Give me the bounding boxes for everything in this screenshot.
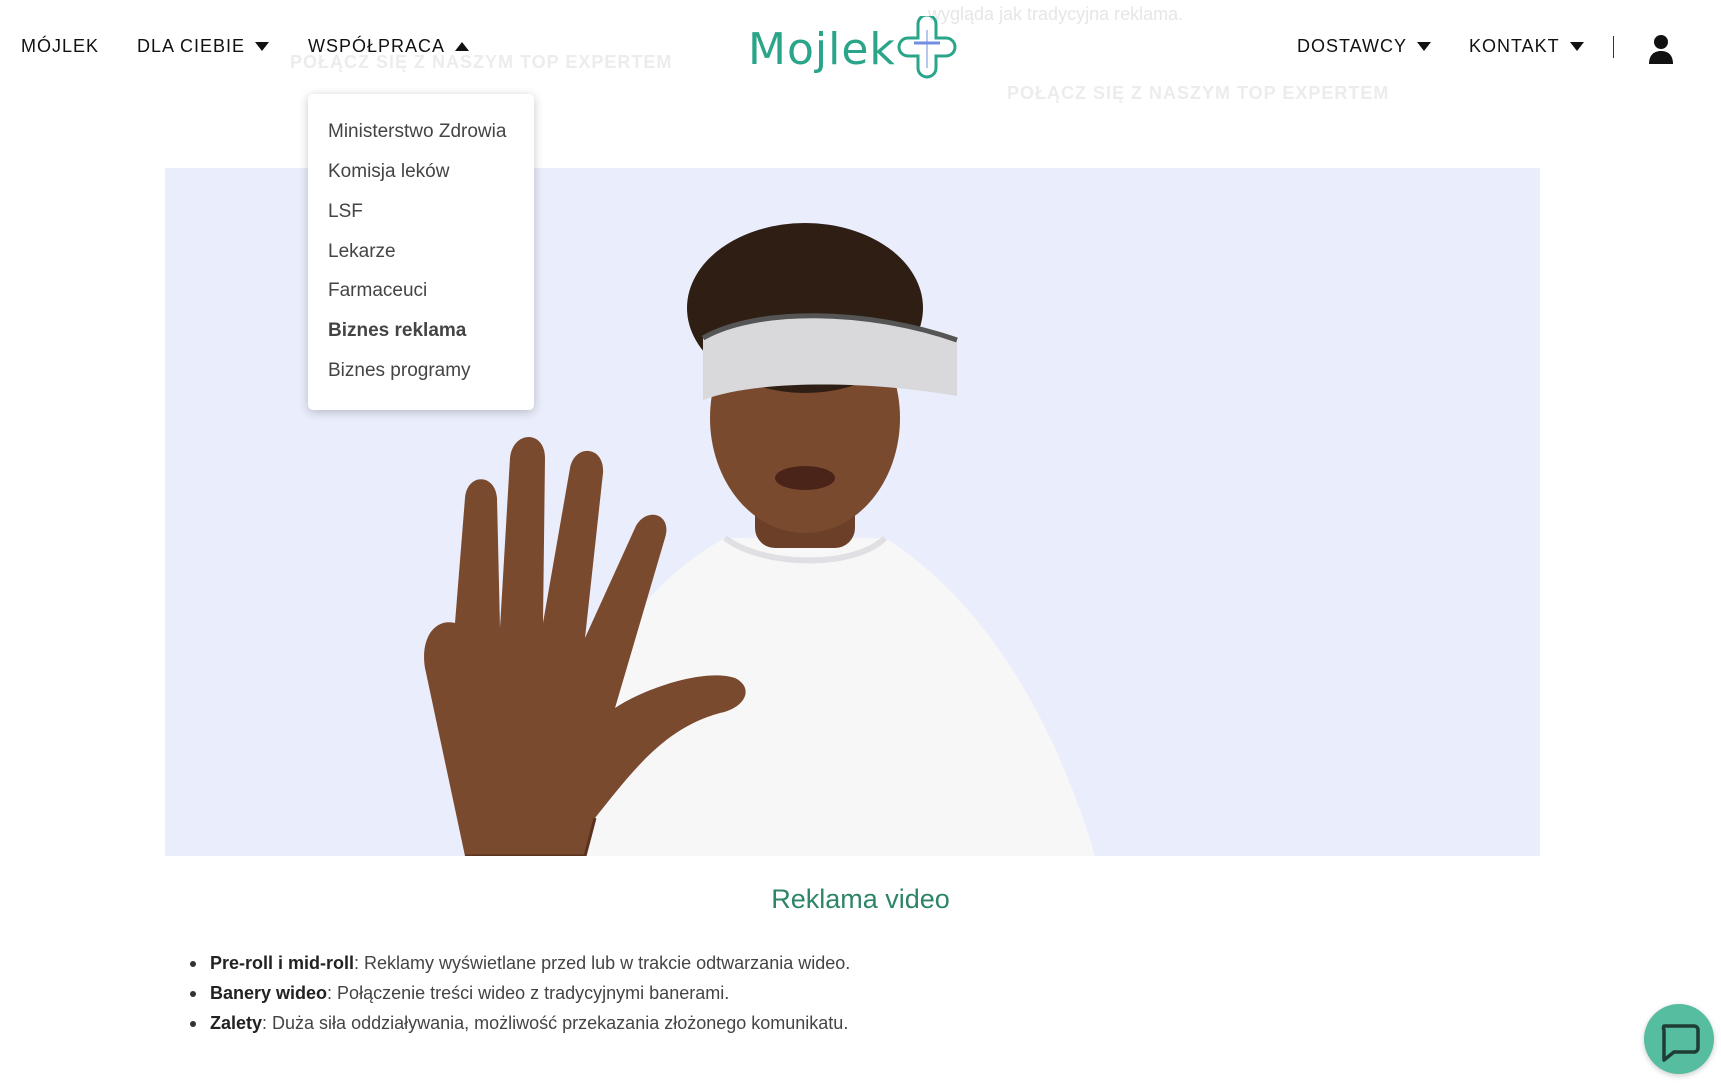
- dropdown-item-lekarze[interactable]: Lekarze: [328, 241, 396, 263]
- user-icon[interactable]: [1647, 34, 1675, 64]
- list-item-bold: Zalety: [210, 1013, 263, 1033]
- list-item-text: : Reklamy wyświetlane przed lub w trakci…: [354, 953, 851, 973]
- nav-separator: [1613, 36, 1614, 58]
- nav-kontakt[interactable]: KONTAKT: [1469, 36, 1584, 57]
- site-header: MÓJLEK DLA CIEBIE WSPÓŁPRACA Mojlek DOST…: [0, 0, 1721, 100]
- caret-up-icon: [455, 42, 470, 51]
- feature-list: Pre-roll i mid-roll: Reklamy wyświetlane…: [190, 950, 850, 1040]
- caret-down-icon: [255, 42, 270, 51]
- dropdown-item-biznes-reklama[interactable]: Biznes reklama: [328, 320, 466, 342]
- nav-wspolpraca[interactable]: WSPÓŁPRACA: [308, 36, 470, 57]
- logo-text: Mojlek: [748, 24, 896, 75]
- section-title: Reklama video: [771, 884, 950, 914]
- nav-mojlek[interactable]: MÓJLEK: [21, 36, 99, 57]
- chat-button[interactable]: [1644, 1004, 1714, 1074]
- list-item-text: : Połączenie treści wideo z tradycyjnymi…: [327, 983, 730, 1003]
- caret-down-icon: [1417, 42, 1431, 51]
- dropdown-item-lsf[interactable]: LSF: [328, 201, 363, 223]
- dropdown-item-farmaceuci[interactable]: Farmaceuci: [328, 280, 427, 302]
- list-item: Banery wideo: Połączenie treści wideo z …: [190, 980, 850, 1010]
- nav-kontakt-label: KONTAKT: [1469, 36, 1560, 56]
- logo[interactable]: Mojlek: [748, 16, 960, 82]
- nav-mojlek-label: MÓJLEK: [21, 36, 100, 56]
- nav-dla-ciebie-label: DLA CIEBIE: [137, 36, 246, 56]
- list-item: Zalety: Duża siła oddziaływania, możliwo…: [190, 1010, 850, 1040]
- cross-logo-icon: [897, 16, 957, 79]
- dropdown-item-ministerstwo-zdrowia[interactable]: Ministerstwo Zdrowia: [328, 121, 506, 143]
- chat-bubble-icon: [1661, 1024, 1700, 1062]
- wspolpraca-dropdown: Ministerstwo Zdrowia Komisja leków LSF L…: [308, 94, 534, 410]
- list-item-bold: Pre-roll i mid-roll: [210, 953, 355, 973]
- nav-wspolpraca-label: WSPÓŁPRACA: [308, 36, 446, 56]
- caret-down-icon: [1569, 42, 1584, 51]
- list-item: Pre-roll i mid-roll: Reklamy wyświetlane…: [190, 950, 850, 980]
- list-item-bold: Banery wideo: [210, 983, 328, 1003]
- dropdown-item-komisja-lekow[interactable]: Komisja leków: [328, 161, 449, 183]
- list-item-text: : Duża siła oddziaływania, możliwość prz…: [262, 1013, 849, 1033]
- nav-dostawcy[interactable]: DOSTAWCY: [1297, 36, 1431, 57]
- nav-dla-ciebie[interactable]: DLA CIEBIE: [137, 36, 270, 57]
- dropdown-item-biznes-programy[interactable]: Biznes programy: [328, 360, 471, 382]
- nav-dostawcy-label: DOSTAWCY: [1297, 36, 1407, 56]
